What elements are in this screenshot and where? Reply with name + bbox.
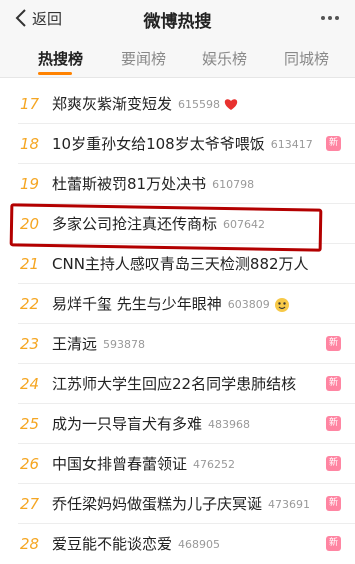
heart-icon: [224, 99, 238, 110]
tab-entertainment[interactable]: 娱乐榜: [202, 48, 247, 69]
rank-number: 18: [20, 135, 40, 153]
new-badge: 新: [326, 376, 341, 391]
tab-news[interactable]: 要闻榜: [121, 48, 166, 69]
rank-number: 25: [20, 415, 40, 433]
search-count: 615598: [178, 98, 221, 111]
search-count: 603809: [227, 298, 270, 311]
new-badge: 新: [326, 456, 341, 471]
topic-text: 郑爽灰紫渐变短发: [52, 95, 173, 113]
search-count: 468905: [178, 538, 221, 551]
list-item[interactable]: 19 杜蕾斯被罚81万处决书 610798: [0, 164, 355, 204]
list-item[interactable]: 18 10岁重孙女给108岁太爷爷喂饭 613417 新: [0, 124, 355, 164]
list-item[interactable]: 22 易烊千玺 先生与少年眼神 603809: [0, 284, 355, 324]
new-badge: 新: [326, 536, 341, 551]
topic-text: 乔任梁妈妈做蛋糕为儿子庆冥诞: [52, 495, 263, 513]
rank-number: 23: [20, 335, 40, 353]
topic-text: 中国女排曾春蕾领证: [52, 455, 188, 473]
search-count: 483968: [208, 418, 251, 431]
rank-number: 26: [20, 455, 40, 473]
search-count: 593878: [103, 338, 146, 351]
rank-number: 19: [20, 175, 40, 193]
search-count: 613417: [270, 138, 313, 151]
active-tab-indicator: [38, 72, 72, 75]
search-count: 610798: [212, 178, 255, 191]
topic-text: 江苏师大学生回应22名同学患肺结核: [52, 375, 297, 393]
topic-text: 10岁重孙女给108岁太爷爷喂饭: [52, 135, 265, 153]
list-item[interactable]: 23 王清远 593878 新: [0, 324, 355, 364]
rank-number: 21: [20, 255, 40, 273]
new-badge: 新: [326, 496, 341, 511]
topic-text: 王清远: [52, 335, 98, 353]
red-highlight-annotation: [9, 203, 323, 252]
navigation-bar: 返回 微博热搜: [0, 0, 355, 36]
new-badge: 新: [326, 336, 341, 351]
rank-number: 22: [20, 295, 40, 313]
list-item[interactable]: 17 郑爽灰紫渐变短发 615598: [0, 84, 355, 124]
list-item[interactable]: 26 中国女排曾春蕾领证 476252 新: [0, 444, 355, 484]
topic-text: 杜蕾斯被罚81万处决书: [52, 175, 207, 193]
rank-number: 27: [20, 495, 40, 513]
list-item[interactable]: 28 爱豆能不能谈恋爱 468905 新: [0, 524, 355, 564]
list-item[interactable]: 25 成为一只导盲犬有多难 483968 新: [0, 404, 355, 444]
search-count: 473691: [268, 498, 311, 511]
topic-text: 易烊千玺 先生与少年眼神: [52, 295, 222, 313]
list-item[interactable]: 27 乔任梁妈妈做蛋糕为儿子庆冥诞 473691 新: [0, 484, 355, 524]
topic-text: 成为一只导盲犬有多难: [52, 415, 203, 433]
topic-text: CNN主持人感叹青岛三天检测882万人: [52, 255, 309, 273]
rank-number: 17: [20, 95, 40, 113]
tab-local[interactable]: 同城榜: [284, 48, 329, 69]
rank-number: 28: [20, 535, 40, 553]
new-badge: 新: [326, 136, 341, 151]
rank-number: 24: [20, 375, 40, 393]
topic-text: 爱豆能不能谈恋爱: [52, 535, 173, 553]
tab-hot-search[interactable]: 热搜榜: [38, 48, 83, 69]
search-count: 476252: [193, 458, 236, 471]
list-item[interactable]: 24 江苏师大学生回应22名同学患肺结核 新: [0, 364, 355, 404]
emoji-icon: [274, 297, 289, 312]
tab-bar: 热搜榜 要闻榜 娱乐榜 同城榜: [0, 36, 355, 78]
new-badge: 新: [326, 416, 341, 431]
more-options-icon[interactable]: [321, 16, 339, 20]
page-title: 微博热搜: [143, 12, 212, 32]
